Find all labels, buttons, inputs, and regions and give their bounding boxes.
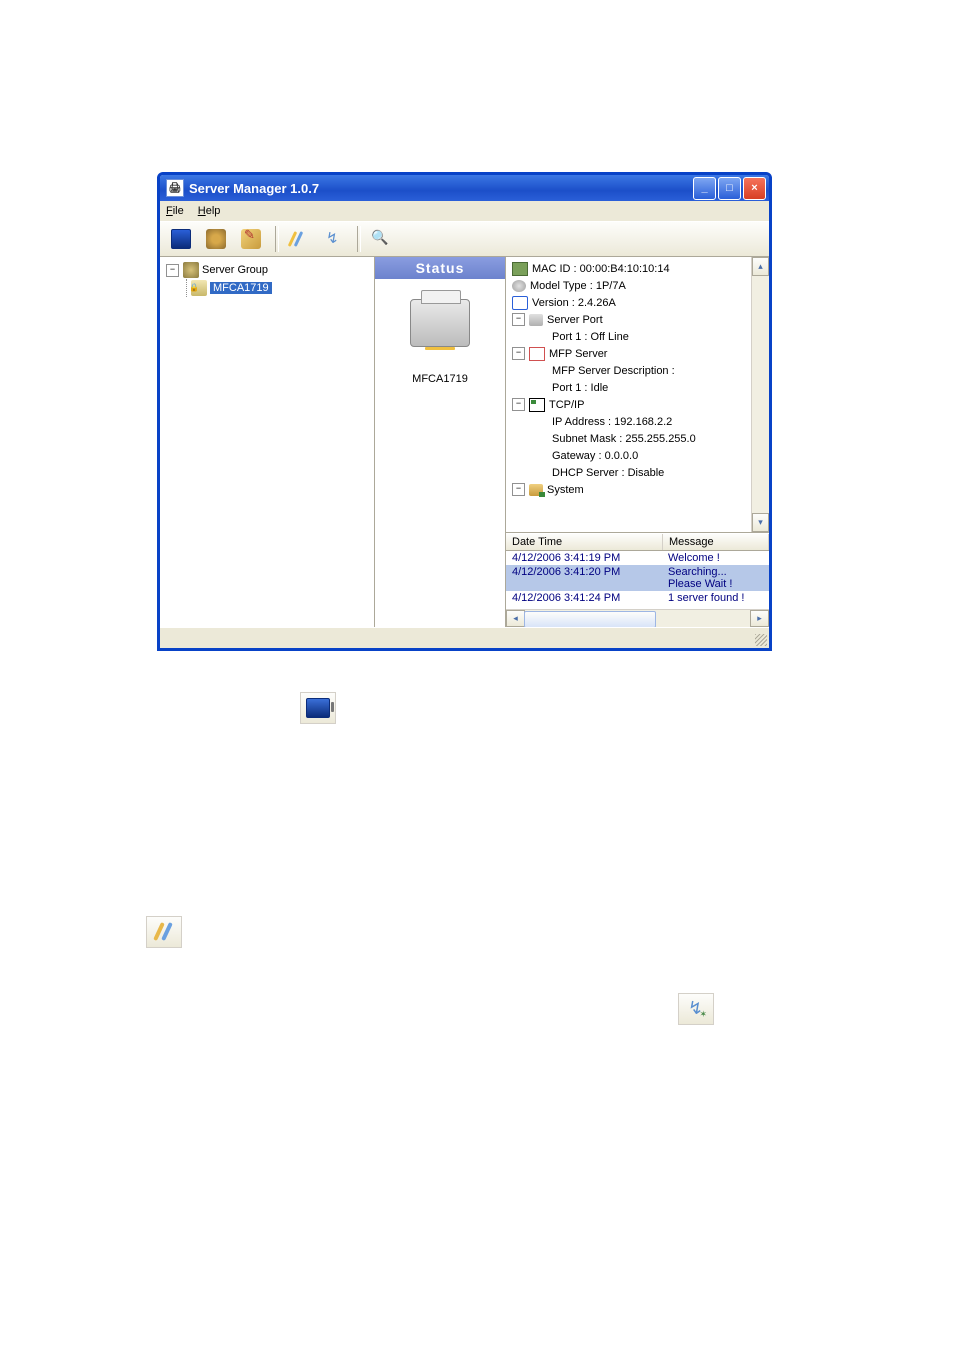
detail-serverport[interactable]: −Server Port <box>512 311 763 328</box>
toolbar-separator <box>275 226 279 252</box>
detail-model: Model Type : 1P/7A <box>512 277 763 294</box>
detail-mac: MAC ID : 00:00:B4:10:10:14 <box>512 260 763 277</box>
log-col-datetime[interactable]: Date Time <box>506 534 663 550</box>
details-tree: MAC ID : 00:00:B4:10:10:14 Model Type : … <box>506 257 769 533</box>
collapse-icon[interactable]: − <box>512 398 525 411</box>
scroll-left-icon[interactable]: ◂ <box>506 610 525 627</box>
tree-pane: − Server Group MFCA1719 <box>160 257 375 627</box>
tree-root-label: Server Group <box>202 264 268 276</box>
toolbar-reset-button[interactable] <box>318 224 348 254</box>
menubar: File Help <box>160 201 769 221</box>
tree-server-item[interactable]: MFCA1719 <box>191 279 372 297</box>
version-icon <box>512 296 528 310</box>
status-header: Status <box>375 257 505 279</box>
close-button[interactable]: × <box>743 177 766 200</box>
report-icon <box>153 921 175 943</box>
device-name: MFCA1719 <box>412 373 468 385</box>
window-title: Server Manager 1.0.7 <box>189 181 319 196</box>
monitor-icon <box>306 698 330 718</box>
tcpip-icon <box>529 398 545 412</box>
magnifier-icon <box>370 229 390 249</box>
toolbar-report-button[interactable] <box>283 224 313 254</box>
setup-icon <box>241 229 261 249</box>
detail-mfp-port: Port 1 : Idle <box>512 379 763 396</box>
details-pane: MAC ID : 00:00:B4:10:10:14 Model Type : … <box>506 257 769 627</box>
detail-ip: IP Address : 192.168.2.2 <box>512 413 763 430</box>
titlebar[interactable]: 🖨 Server Manager 1.0.7 _ □ × <box>160 175 769 201</box>
monitor-icon <box>171 229 191 249</box>
tree-server-label: MFCA1719 <box>210 282 272 294</box>
minimize-button[interactable]: _ <box>693 177 716 200</box>
scroll-up-icon[interactable]: ▴ <box>752 257 769 276</box>
detail-gateway: Gateway : 0.0.0.0 <box>512 447 763 464</box>
detail-version: Version : 2.4.26A <box>512 294 763 311</box>
detail-port1-off: Port 1 : Off Line <box>512 328 763 345</box>
detail-subnet: Subnet Mask : 255.255.255.0 <box>512 430 763 447</box>
report-icon <box>288 229 308 249</box>
app-window: 🖨 Server Manager 1.0.7 _ □ × File Help <box>157 172 772 651</box>
detail-dhcp: DHCP Server : Disable <box>512 464 763 481</box>
collapse-icon[interactable]: − <box>512 347 525 360</box>
toolbar-setup-button[interactable] <box>236 224 266 254</box>
toolbar <box>160 221 769 257</box>
menu-help[interactable]: Help <box>198 205 221 217</box>
log-row[interactable]: 4/12/2006 3:41:24 PM 1 server found ! <box>506 591 769 605</box>
log-header: Date Time Message <box>506 533 769 551</box>
tree-root[interactable]: − Server Group <box>162 261 372 279</box>
collapse-icon[interactable]: − <box>512 483 525 496</box>
reset-icon <box>323 229 343 249</box>
port-icon <box>529 314 543 326</box>
log-col-message[interactable]: Message <box>663 534 769 550</box>
detail-tcp[interactable]: −TCP/IP <box>512 396 763 413</box>
toolbar-group-button[interactable] <box>201 224 231 254</box>
menu-file[interactable]: File <box>166 205 184 217</box>
log-body: 4/12/2006 3:41:19 PM Welcome ! 4/12/2006… <box>506 551 769 609</box>
status-pane: Status MFCA1719 <box>375 257 506 627</box>
reset-icon <box>685 998 707 1020</box>
log-horizontal-scrollbar[interactable]: ◂ ▸ <box>506 609 769 627</box>
mfp-icon <box>529 347 545 361</box>
log-row[interactable]: 4/12/2006 3:41:19 PM Welcome ! <box>506 551 769 565</box>
scroll-right-icon[interactable]: ▸ <box>750 610 769 627</box>
disc-icon <box>512 280 526 292</box>
system-icon <box>529 484 543 496</box>
app-icon: 🖨 <box>166 179 184 197</box>
details-vertical-scrollbar[interactable]: ▴ ▾ <box>751 257 769 532</box>
toolbar-refresh-button[interactable] <box>365 224 395 254</box>
collapse-icon[interactable]: − <box>512 313 525 326</box>
standalone-search-server-icon <box>300 692 336 724</box>
collapse-icon[interactable]: − <box>166 264 179 277</box>
scroll-down-icon[interactable]: ▾ <box>752 513 769 532</box>
nic-icon <box>512 262 528 276</box>
scroll-track[interactable] <box>752 276 769 513</box>
standalone-reset-icon <box>678 993 714 1025</box>
detail-system[interactable]: −System <box>512 481 763 498</box>
detail-mfp-desc: MFP Server Description : <box>512 362 763 379</box>
scroll-thumb[interactable] <box>524 611 656 628</box>
log-row[interactable]: 4/12/2006 3:41:20 PM Searching... Please… <box>506 565 769 591</box>
toolbar-search-server-button[interactable] <box>166 224 196 254</box>
server-icon <box>191 280 207 296</box>
standalone-report-icon <box>146 916 182 948</box>
group-icon <box>206 229 226 249</box>
statusbar <box>160 627 769 648</box>
toolbar-separator <box>357 226 361 252</box>
maximize-button[interactable]: □ <box>718 177 741 200</box>
server-group-icon <box>183 262 199 278</box>
printer-icon <box>410 299 470 347</box>
detail-mfp[interactable]: −MFP Server <box>512 345 763 362</box>
